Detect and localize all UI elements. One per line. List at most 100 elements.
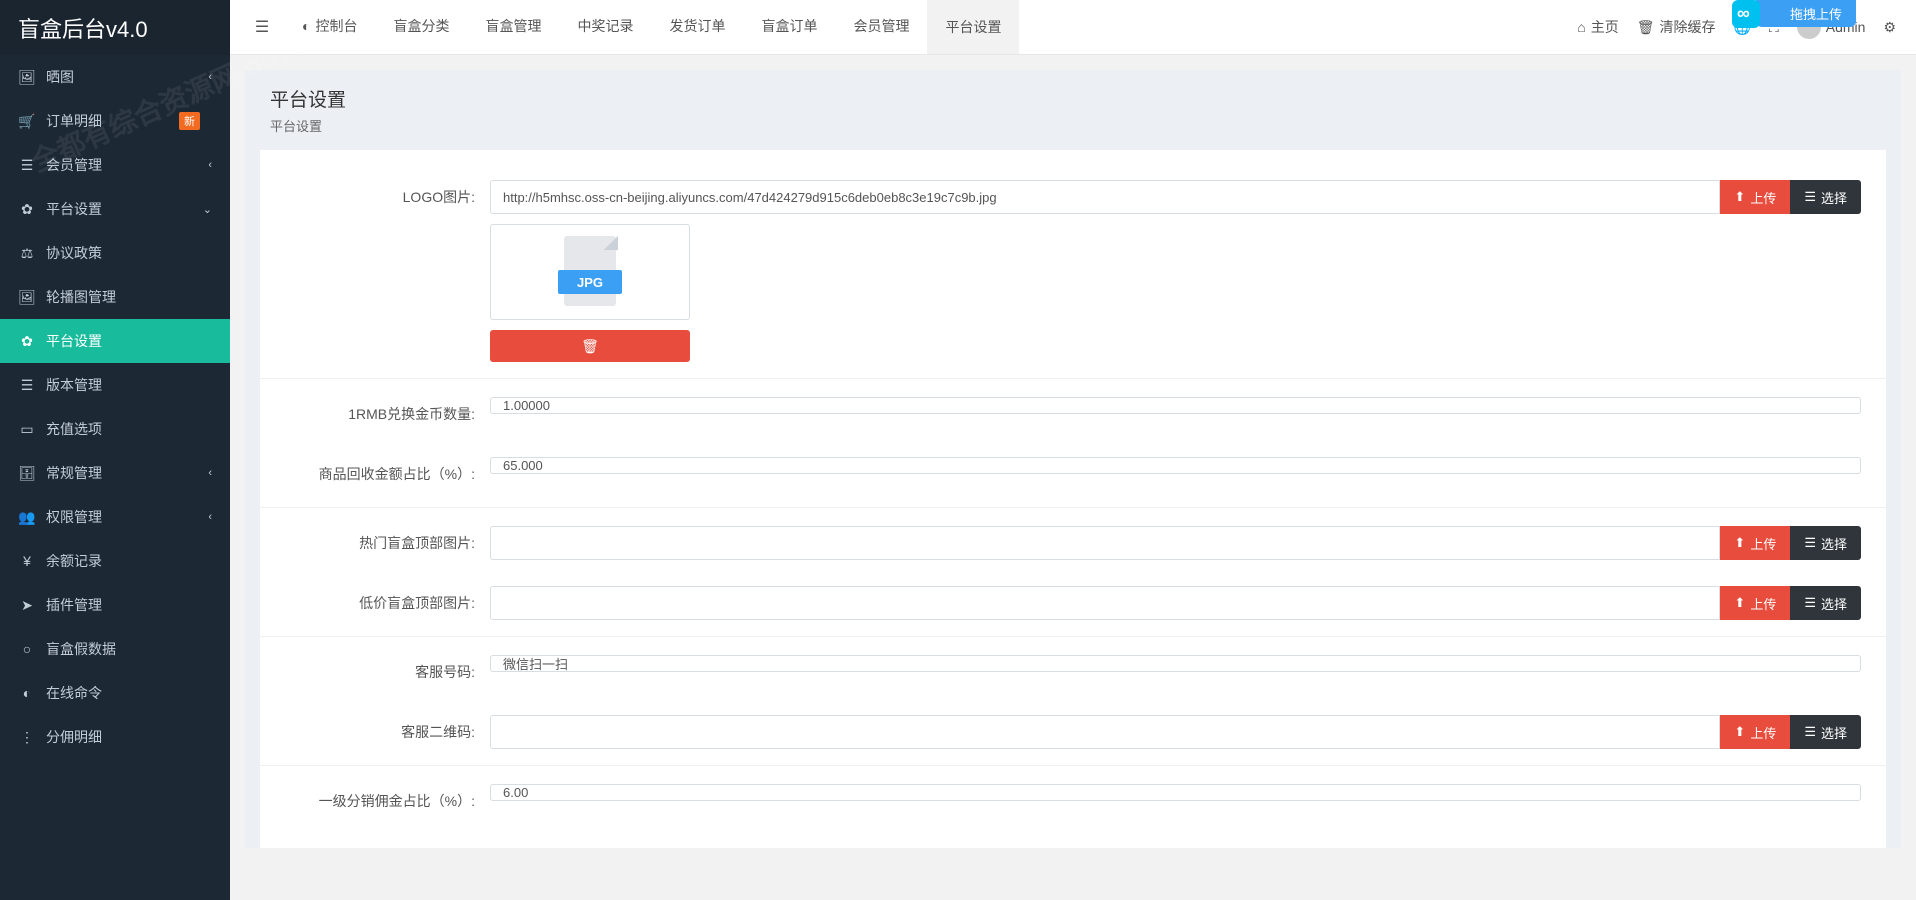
service-no-input[interactable] bbox=[490, 655, 1861, 672]
sidebar-item-command[interactable]: ◐在线命令 bbox=[0, 671, 230, 715]
rect-icon: ▭ bbox=[18, 421, 36, 438]
button-label: 上传 bbox=[1750, 594, 1776, 613]
button-label: 选择 bbox=[1821, 534, 1847, 553]
balance-icon: ⚖ bbox=[18, 245, 36, 262]
service-qr-select-button[interactable]: ☰选择 bbox=[1790, 715, 1861, 749]
sidebar-item-plugins[interactable]: ➤插件管理 bbox=[0, 583, 230, 627]
tab-win-record[interactable]: 中奖记录 bbox=[559, 0, 651, 54]
sidebar-item-policy[interactable]: ⚖ 协议政策 bbox=[0, 231, 230, 275]
tab-label: 控制台 bbox=[315, 16, 357, 36]
sidebar-item-recharge[interactable]: ▭ 充值选项 bbox=[0, 407, 230, 451]
sidebar-item-fake-data[interactable]: ○盲盒假数据 bbox=[0, 627, 230, 671]
logo-select-button[interactable]: ☰选择 bbox=[1790, 180, 1861, 214]
chevron-left-icon: ‹ bbox=[208, 159, 212, 171]
sidebar-item-platform[interactable]: ✿平台设置⌄ bbox=[0, 187, 230, 231]
logo-url-input[interactable] bbox=[490, 180, 1720, 214]
hot-img-upload-button[interactable]: ⬆上传 bbox=[1720, 526, 1790, 560]
rmb-rate-input[interactable] bbox=[490, 397, 1861, 414]
tab-label: 盲盒管理 bbox=[485, 16, 541, 36]
sidebar-item-general[interactable]: 🗄常规管理‹ bbox=[0, 451, 230, 495]
list-icon: ☰ bbox=[1804, 595, 1816, 611]
nav-toggle-button[interactable]: ☰ bbox=[240, 17, 284, 37]
sidebar-item-members[interactable]: ☰会员管理‹ bbox=[0, 143, 230, 187]
dots-icon: ⋮ bbox=[18, 729, 36, 746]
clear-cache-link[interactable]: 🗑清除缓存 bbox=[1637, 17, 1716, 37]
tab-label: 发货订单 bbox=[669, 16, 725, 36]
circle-icon: ○ bbox=[18, 641, 36, 657]
tab-box-manage[interactable]: 盲盒管理 bbox=[467, 0, 559, 54]
tab-label: 盲盒订单 bbox=[761, 16, 817, 36]
list-icon: ☰ bbox=[18, 157, 36, 174]
sidebar-item-label: 版本管理 bbox=[46, 375, 102, 395]
trash-icon: 🗑 bbox=[581, 338, 599, 354]
sidebar-item-label: 插件管理 bbox=[46, 595, 102, 615]
sidebar-item-platform-settings[interactable]: ✿平台设置 bbox=[0, 319, 230, 363]
jpg-file-icon: JPG bbox=[558, 232, 622, 312]
sidebar-item-permissions[interactable]: 👥权限管理‹ bbox=[0, 495, 230, 539]
nav-tabs: ◐控制台 盲盒分类 盲盒管理 中奖记录 发货订单 盲盒订单 会员管理 平台设置 bbox=[284, 0, 1019, 54]
logo-upload-button[interactable]: ⬆上传 bbox=[1720, 180, 1790, 214]
recycle-pct-input[interactable] bbox=[490, 457, 1861, 474]
infinity-icon: ∞ bbox=[1737, 3, 1750, 24]
home-icon: ⌂ bbox=[1577, 19, 1585, 35]
button-label: 上传 bbox=[1750, 188, 1776, 207]
upload-icon: ⬆ bbox=[1734, 724, 1745, 740]
image-icon: 🖼 bbox=[18, 289, 36, 306]
tab-platform-settings[interactable]: 平台设置 bbox=[927, 0, 1019, 54]
sidebar-item-label: 余额记录 bbox=[46, 551, 102, 571]
commission1-label: 一级分销佣金占比（%）: bbox=[260, 784, 490, 818]
commission1-input[interactable] bbox=[490, 784, 1861, 801]
logo-label: LOGO图片: bbox=[260, 180, 490, 214]
tab-member-manage[interactable]: 会员管理 bbox=[835, 0, 927, 54]
cheap-img-select-button[interactable]: ☰ 选择 bbox=[1790, 586, 1861, 620]
tab-label: 盲盒分类 bbox=[393, 16, 449, 36]
cheap-img-upload-button[interactable]: ⬆ 上传 bbox=[1720, 586, 1790, 620]
chevron-left-icon: ‹ bbox=[208, 71, 212, 83]
tab-label: 平台设置 bbox=[945, 17, 1001, 37]
service-qr-upload-button[interactable]: ⬆ 上传 bbox=[1720, 715, 1790, 749]
clear-cache-label: 清除缓存 bbox=[1660, 17, 1716, 37]
tab-box-order[interactable]: 盲盒订单 bbox=[743, 0, 835, 54]
chevron-left-icon: ‹ bbox=[208, 511, 212, 523]
tab-label: 会员管理 bbox=[853, 16, 909, 36]
hot-img-input[interactable] bbox=[490, 526, 1720, 560]
logo-delete-button[interactable]: 🗑 bbox=[490, 330, 690, 362]
tab-box-category[interactable]: 盲盒分类 bbox=[375, 0, 467, 54]
sidebar-item-label: 晒图 bbox=[46, 67, 74, 87]
drag-upload-badge[interactable]: ∞ 拖拽上传 bbox=[1756, 0, 1856, 27]
cheap-img-input[interactable] bbox=[490, 586, 1720, 620]
tab-console[interactable]: ◐控制台 bbox=[284, 0, 375, 54]
sidebar-item-label: 充值选项 bbox=[46, 419, 102, 439]
sidebar-item-label: 协议政策 bbox=[46, 243, 102, 263]
tab-ship-order[interactable]: 发货订单 bbox=[651, 0, 743, 54]
sidebar-item-commission[interactable]: ⋮ 分佣明细 bbox=[0, 715, 230, 759]
chevron-down-icon: ⌄ bbox=[203, 203, 212, 216]
sidebar-item-versions[interactable]: ☰版本管理 bbox=[0, 363, 230, 407]
sidebar-item-label: 权限管理 bbox=[46, 507, 102, 527]
home-label: 主页 bbox=[1591, 17, 1619, 37]
sidebar-item-label: 分佣明细 bbox=[46, 727, 102, 747]
file-ext-label: JPG bbox=[558, 270, 622, 294]
upload-icon: ⬆ bbox=[1734, 535, 1745, 551]
upload-icon: ⬆ bbox=[1734, 595, 1745, 611]
settings-form: LOGO图片: ⬆ 上传 ☰ 选择 JPG bbox=[260, 150, 1886, 848]
button-label: 选择 bbox=[1821, 188, 1847, 207]
sidebar-item-carousel[interactable]: 🖼轮播图管理 bbox=[0, 275, 230, 319]
chevron-left-icon: ‹ bbox=[208, 467, 212, 479]
settings-button[interactable]: ⚙ bbox=[1883, 19, 1896, 36]
service-no-label: 客服号码: bbox=[260, 655, 490, 689]
button-label: 选择 bbox=[1821, 594, 1847, 613]
rmb-rate-label: 1RMB兑换金币数量: bbox=[260, 397, 490, 431]
sidebar-item-gallery[interactable]: 🖼晒图‹ bbox=[0, 55, 230, 99]
sidebar-item-order-detail[interactable]: 🛒订单明细新 bbox=[0, 99, 230, 143]
home-link[interactable]: ⌂ 主页 bbox=[1577, 17, 1618, 37]
recycle-pct-label: 商品回收金额占比（%）: bbox=[260, 457, 490, 491]
service-qr-input[interactable] bbox=[490, 715, 1720, 749]
sidebar-item-label: 订单明细 bbox=[46, 111, 102, 131]
page-subtitle: 平台设置 bbox=[270, 116, 1876, 135]
hot-img-select-button[interactable]: ☰选择 bbox=[1790, 526, 1861, 560]
logo-thumbnail: JPG bbox=[490, 224, 690, 320]
button-label: 上传 bbox=[1750, 723, 1776, 742]
sidebar-item-balance[interactable]: ¥余额记录 bbox=[0, 539, 230, 583]
sidebar: 盲盒后台v4.0 🖼晒图‹ 🛒订单明细新 ☰会员管理‹ ✿平台设置⌄ ⚖协议政策… bbox=[0, 0, 230, 900]
